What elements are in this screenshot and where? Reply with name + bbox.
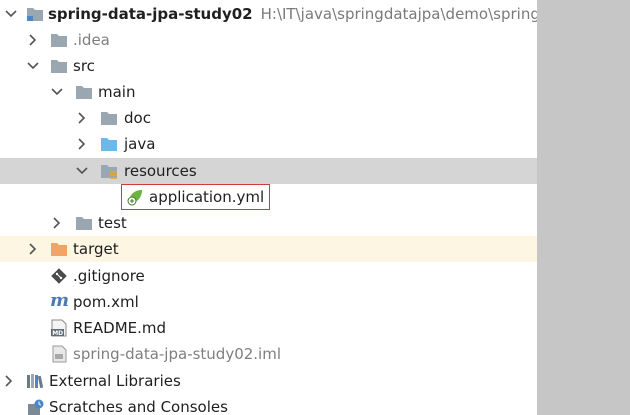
- tree-row-idea[interactable]: .idea: [0, 27, 537, 53]
- excluded-folder-icon: [51, 243, 67, 256]
- markdown-icon: MD: [51, 319, 67, 337]
- tree-label-main: main: [98, 83, 136, 101]
- folder-icon: [76, 86, 92, 99]
- library-icon: [27, 374, 44, 389]
- tree-row-java[interactable]: java: [0, 131, 537, 157]
- folder-icon: [51, 60, 67, 73]
- resources-folder-icon: [101, 165, 117, 179]
- tree-row-application-yml[interactable]: application.yml: [0, 184, 537, 210]
- folder-icon: [27, 8, 43, 21]
- tree-label-scratches: Scratches and Consoles: [49, 398, 228, 415]
- tree-label-idea: .idea: [73, 31, 110, 49]
- chevron-right-icon[interactable]: [50, 216, 64, 230]
- tree-row-external-libraries[interactable]: External Libraries: [0, 368, 537, 394]
- tree-row-resources[interactable]: resources: [0, 158, 537, 184]
- tree-row-main[interactable]: main: [0, 79, 537, 105]
- tree-row-src[interactable]: src: [0, 53, 537, 79]
- tree-label-gitignore: .gitignore: [73, 267, 145, 285]
- tree-row-doc[interactable]: doc: [0, 105, 537, 131]
- project-name: spring-data-jpa-study02 H:\IT\java\spring…: [48, 4, 537, 24]
- svg-text:MD: MD: [52, 330, 63, 337]
- module-file-icon: [52, 345, 67, 363]
- spring-leaf-icon: [127, 190, 142, 206]
- folder-icon: [101, 112, 117, 125]
- tree-label-pom: pom.xml: [73, 293, 139, 311]
- tree-label-iml: spring-data-jpa-study02.iml: [73, 345, 282, 363]
- maven-icon: m: [50, 290, 70, 311]
- chevron-right-icon[interactable]: [26, 33, 40, 47]
- folder-icon: [76, 217, 92, 230]
- source-folder-icon: [101, 138, 117, 151]
- tree-row-target[interactable]: target: [0, 236, 537, 262]
- tree-row-gitignore[interactable]: .gitignore: [0, 263, 537, 289]
- tree-label-application-yml: application.yml: [149, 188, 265, 206]
- chevron-down-icon[interactable]: [26, 59, 40, 73]
- git-icon: [51, 268, 67, 284]
- project-path: H:\IT\java\springdatajpa\demo\spring-da: [260, 5, 537, 23]
- tree-label-java: java: [124, 135, 156, 153]
- tree-label-doc: doc: [124, 109, 151, 127]
- chevron-down-icon[interactable]: [50, 85, 64, 99]
- tree-label-readme: README.md: [73, 319, 167, 337]
- chevron-right-icon[interactable]: [75, 111, 89, 125]
- tree-row-scratches[interactable]: Scratches and Consoles: [0, 394, 537, 415]
- tree-label-external-libraries: External Libraries: [49, 372, 181, 390]
- chevron-down-icon[interactable]: [4, 7, 18, 21]
- folder-icon: [51, 34, 67, 47]
- tree-row-pom[interactable]: m pom.xml: [0, 289, 537, 315]
- tree-row-project[interactable]: spring-data-jpa-study02 H:\IT\java\spring…: [0, 1, 537, 27]
- tree-row-iml[interactable]: spring-data-jpa-study02.iml: [0, 341, 537, 367]
- tree-label-resources: resources: [124, 162, 197, 180]
- tree-row-test[interactable]: test: [0, 210, 537, 236]
- chevron-right-icon[interactable]: [2, 374, 16, 388]
- tree-label-test: test: [98, 214, 127, 232]
- tree-label-target: target: [73, 240, 119, 258]
- right-panel-gutter: [537, 0, 630, 415]
- chevron-down-icon[interactable]: [75, 164, 89, 178]
- tree-row-readme[interactable]: MD README.md: [0, 315, 537, 341]
- chevron-right-icon[interactable]: [26, 242, 40, 256]
- chevron-right-icon[interactable]: [75, 137, 89, 151]
- project-tree[interactable]: spring-data-jpa-study02 H:\IT\java\spring…: [0, 0, 537, 415]
- scratches-icon: [28, 399, 44, 415]
- tree-label-src: src: [73, 57, 95, 75]
